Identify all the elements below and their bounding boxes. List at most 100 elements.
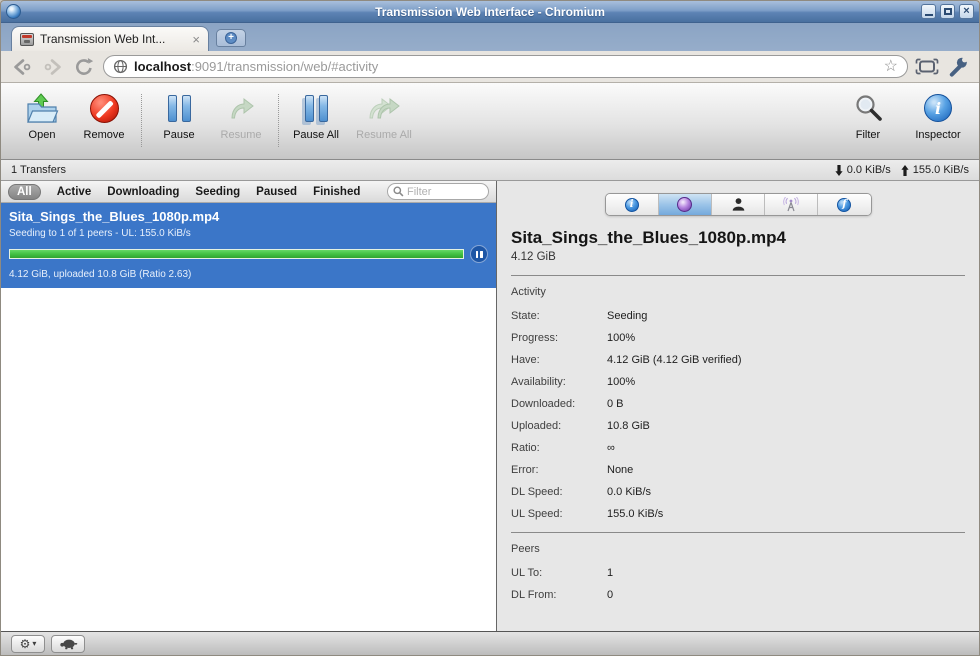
inspector-title: Sita_Sings_the_Blues_1080p.mp4	[511, 228, 786, 247]
filter-search-input[interactable]	[407, 185, 479, 198]
url-text[interactable]: localhost:9091/transmission/web/#activit…	[134, 59, 878, 74]
torrent-progress-fill	[10, 250, 463, 258]
remove-button[interactable]: Remove	[73, 90, 135, 159]
back-icon	[14, 58, 31, 75]
upload-speed: 155.0 KiB/s	[901, 164, 969, 176]
activity-row-uploaded: Uploaded: 10.8 GiB	[511, 420, 650, 432]
window-titlebar: Transmission Web Interface - Chromium ×	[1, 1, 979, 23]
transmission-toolbar: Open Remove Pause Resume Pause All Resum…	[1, 83, 979, 160]
site-globe-icon	[113, 59, 128, 74]
filter-button[interactable]: Filter	[837, 90, 899, 159]
reload-button[interactable]	[72, 55, 96, 79]
close-icon: ×	[963, 5, 970, 17]
peers-heading: Peers	[511, 543, 540, 555]
down-arrow-icon	[835, 164, 843, 176]
inspector-pane: i f Sita_Sings_the_Blues_1080p.mp4 4.12 …	[497, 181, 979, 631]
activity-row-state: State: Seeding	[511, 310, 648, 322]
caret-down-icon: ▾	[32, 639, 37, 648]
inspector-tab-activity[interactable]	[658, 194, 712, 215]
peers-row-dl-from: DL From: 0	[511, 589, 614, 601]
activity-row-error: Error: None	[511, 464, 634, 476]
pause-all-button[interactable]: Pause All	[285, 90, 347, 159]
new-tab-button[interactable]: +	[216, 29, 246, 47]
status-bar: 1 Transfers 0.0 KiB/s 155.0 KiB/s	[1, 160, 979, 181]
forward-icon	[44, 58, 61, 75]
window-title: Transmission Web Interface - Chromium	[375, 4, 605, 19]
filter-tab-all[interactable]: All	[8, 183, 41, 200]
browser-navbar: localhost:9091/transmission/web/#activit…	[1, 51, 979, 83]
speed-limit-button[interactable]	[51, 634, 85, 653]
inspector-icon: i	[924, 94, 952, 122]
filter-tab-downloading[interactable]: Downloading	[107, 186, 179, 198]
toolbar-separator	[278, 94, 279, 147]
inspector-tab-peers[interactable]	[711, 194, 766, 215]
torrent-status: Seeding to 1 of 1 peers - UL: 155.0 KiB/…	[9, 228, 191, 239]
tools-menu-button[interactable]	[946, 55, 970, 79]
info-icon: i	[624, 197, 639, 212]
settings-menu-button[interactable]: ⚙ ▾	[11, 634, 45, 653]
minimize-button[interactable]	[921, 4, 936, 19]
maximize-icon	[943, 8, 952, 15]
activity-row-ratio: Ratio: ∞	[511, 442, 615, 454]
transfers-count: 1 Transfers	[11, 164, 67, 176]
wrench-icon	[949, 57, 967, 77]
turtle-icon	[59, 639, 77, 649]
inspector-tab-info[interactable]: i	[605, 194, 659, 215]
selection-frame-icon	[915, 58, 939, 75]
search-icon	[393, 186, 404, 197]
activity-row-have: Have: 4.12 GiB (4.12 GiB verified)	[511, 354, 742, 366]
page-actions-button[interactable]	[915, 55, 939, 79]
tab-close-icon[interactable]: ×	[192, 33, 200, 46]
filter-tab-finished[interactable]: Finished	[313, 186, 360, 198]
files-icon: f	[837, 197, 852, 212]
bookmark-star-icon[interactable]: ☆	[884, 58, 898, 75]
resume-all-label: Resume All	[356, 129, 412, 141]
resume-label: Resume	[220, 129, 262, 141]
tracker-antenna-icon	[783, 197, 800, 212]
open-button[interactable]: Open	[11, 90, 73, 159]
inspector-tab-bar: i f	[604, 193, 872, 216]
up-arrow-icon	[901, 164, 909, 176]
pause-all-icon	[304, 94, 328, 122]
filter-search-box[interactable]	[387, 183, 489, 200]
torrent-pause-button[interactable]	[470, 245, 488, 263]
filter-tab-bar: All Active Downloading Seeding Paused Fi…	[1, 181, 496, 203]
activity-row-progress: Progress: 100%	[511, 332, 636, 344]
resume-all-icon	[369, 97, 400, 118]
peers-row-ul-to: UL To: 1	[511, 567, 614, 579]
torrent-name: Sita_Sings_the_Blues_1080p.mp4	[9, 209, 220, 224]
chromium-logo-icon	[6, 4, 21, 19]
pause-icon	[167, 94, 191, 122]
close-button[interactable]: ×	[959, 4, 974, 19]
toolbar-separator	[141, 94, 142, 147]
pause-label: Pause	[163, 129, 195, 141]
filter-tab-seeding[interactable]: Seeding	[195, 186, 240, 198]
footer-bar: ⚙ ▾	[1, 631, 979, 655]
forward-button[interactable]	[41, 55, 65, 79]
filter-tab-paused[interactable]: Paused	[256, 186, 297, 198]
transmission-favicon-icon	[20, 32, 34, 46]
inspector-label: Inspector	[915, 129, 961, 141]
inspector-tab-files[interactable]: f	[818, 194, 871, 215]
torrent-row[interactable]: Sita_Sings_the_Blues_1080p.mp4 Seeding t…	[1, 203, 496, 288]
url-host: localhost	[134, 59, 192, 74]
resume-button[interactable]: Resume	[210, 90, 272, 159]
inspector-tab-tracker[interactable]	[765, 194, 819, 215]
activity-row-ul-speed: UL Speed: 155.0 KiB/s	[511, 508, 664, 520]
filter-tab-active[interactable]: Active	[57, 186, 92, 198]
torrent-progress-bar	[9, 249, 464, 259]
browser-tab[interactable]: Transmission Web Int... ×	[11, 26, 209, 51]
inspector-button[interactable]: i Inspector	[907, 90, 969, 159]
address-bar[interactable]: localhost:9091/transmission/web/#activit…	[103, 55, 908, 78]
pause-button[interactable]: Pause	[148, 90, 210, 159]
activity-orb-icon	[677, 197, 693, 212]
back-button[interactable]	[10, 55, 34, 79]
resume-all-button[interactable]: Resume All	[347, 90, 421, 159]
tab-strip: Transmission Web Int... × +	[1, 23, 979, 51]
url-path: :9091/transmission/web/#activity	[191, 59, 379, 74]
magnifier-icon	[855, 94, 882, 121]
torrent-list: Sita_Sings_the_Blues_1080p.mp4 Seeding t…	[1, 203, 496, 631]
download-speed: 0.0 KiB/s	[835, 164, 891, 176]
activity-row-downloaded: Downloaded: 0 B	[511, 398, 624, 410]
maximize-button[interactable]	[940, 4, 955, 19]
